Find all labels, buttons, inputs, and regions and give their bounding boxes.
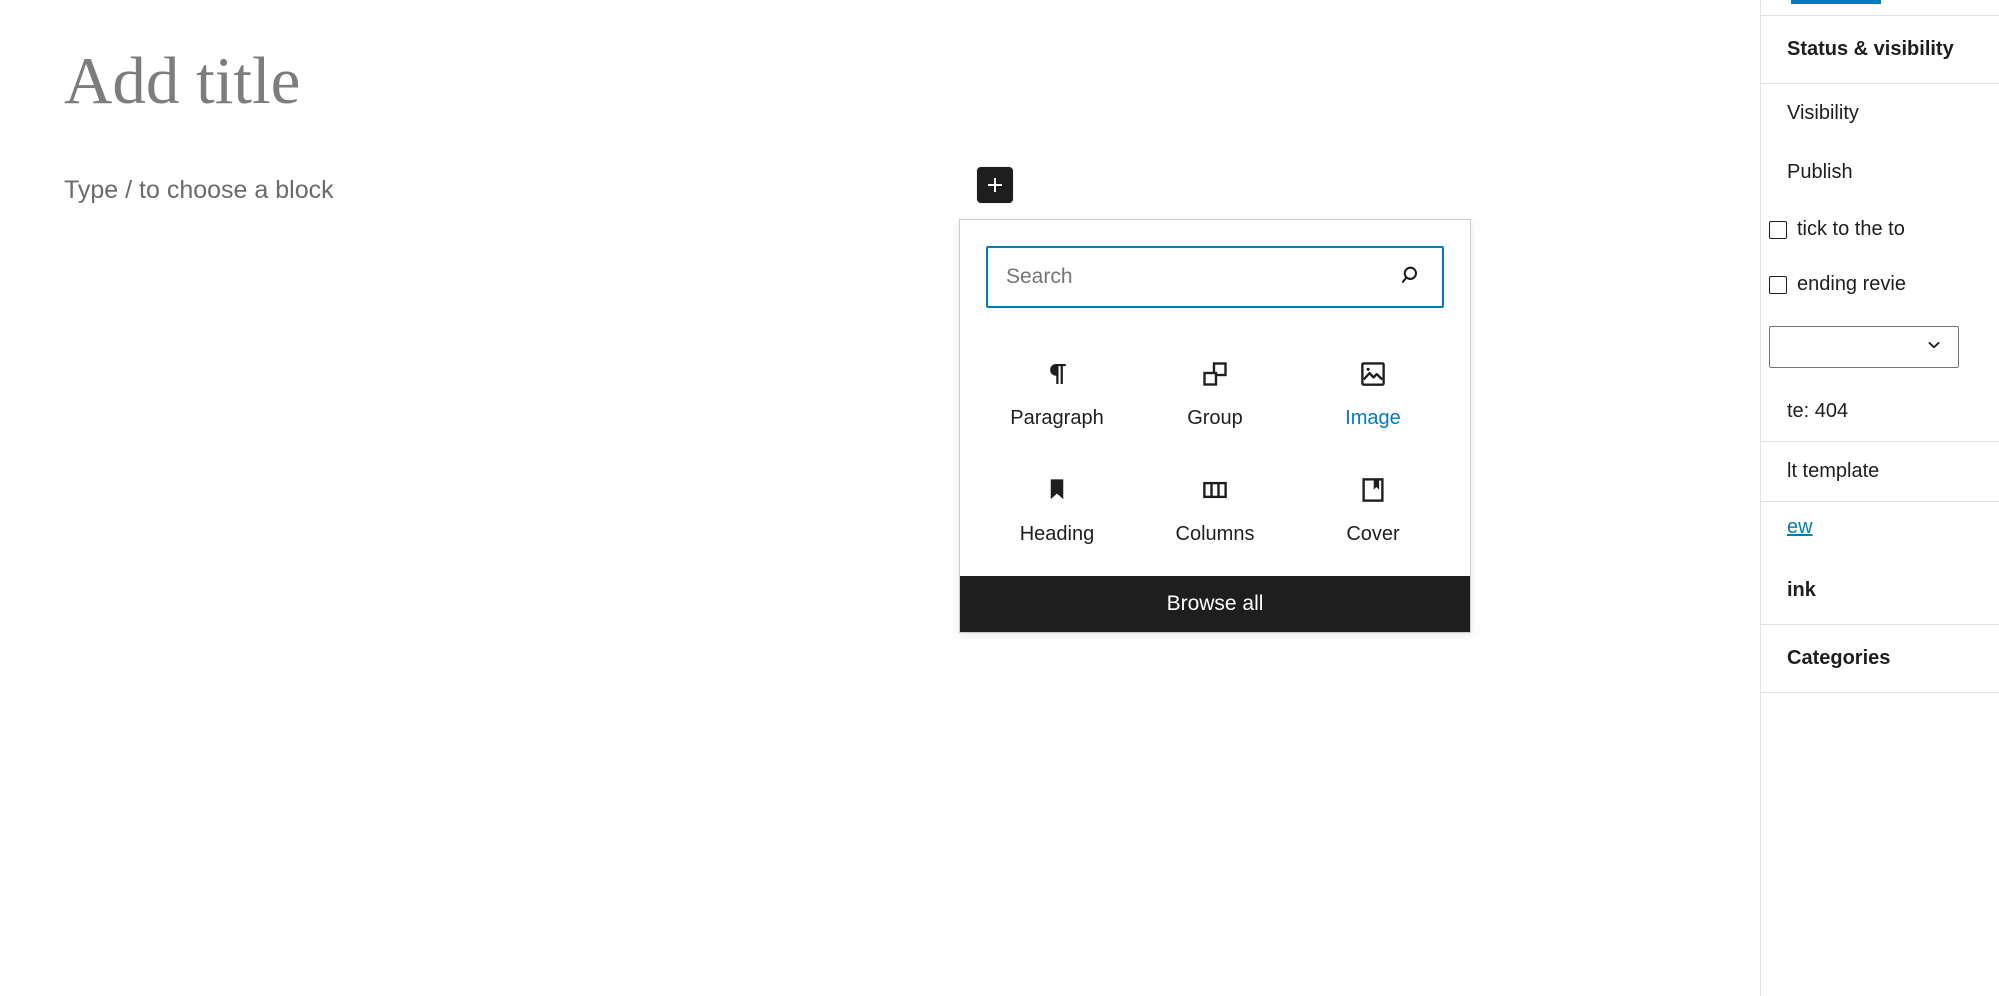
publish-label: Publish: [1787, 161, 1853, 183]
visibility-row[interactable]: Visibility: [1761, 84, 1999, 143]
permalink-panel-title: ink: [1787, 579, 1816, 601]
block-inserter-popover: Paragraph Group: [959, 219, 1471, 633]
editor-canvas: Add title Type / to choose a block Searc…: [0, 0, 1760, 996]
post-format-select[interactable]: [1769, 326, 1959, 368]
plus-icon: [985, 175, 1005, 195]
search-icon: [1399, 263, 1425, 292]
active-tab-indicator: [1791, 0, 1881, 4]
permalink-panel[interactable]: ink: [1761, 557, 1999, 625]
chevron-down-icon: [1924, 335, 1944, 360]
sidebar-tab-bar: [1761, 0, 1999, 16]
default-template-row[interactable]: lt template: [1761, 442, 1999, 502]
status-visibility-panel-title[interactable]: Status & visibility: [1761, 16, 1999, 83]
template-label: te: 404: [1787, 400, 1849, 422]
pending-review-row[interactable]: ending revie: [1761, 257, 1999, 312]
paragraph-icon: [1042, 352, 1072, 396]
search-input[interactable]: [988, 248, 1390, 306]
publish-row[interactable]: Publish: [1761, 143, 1999, 202]
stick-to-top-checkbox[interactable]: [1769, 220, 1787, 239]
block-type-cover[interactable]: Cover: [1294, 460, 1452, 550]
preview-link[interactable]: ew: [1787, 516, 1813, 538]
template-row[interactable]: te: 404: [1761, 382, 1999, 442]
block-type-heading[interactable]: Heading: [978, 460, 1136, 550]
inserter-search-container: [960, 220, 1470, 320]
categories-panel[interactable]: Categories: [1761, 625, 1999, 693]
visibility-label: Visibility: [1787, 102, 1859, 124]
block-placeholder-text[interactable]: Type / to choose a block: [64, 172, 334, 208]
block-type-columns[interactable]: Columns: [1136, 460, 1294, 550]
block-type-label: Heading: [1019, 523, 1095, 545]
heading-icon: [1042, 468, 1072, 512]
wordpress-block-editor: Add title Type / to choose a block Searc…: [0, 0, 1999, 996]
block-type-label: Cover: [1346, 523, 1400, 545]
block-type-grid: Paragraph Group Image Heading Columns Co…: [960, 320, 1470, 576]
block-type-label: Group: [1187, 407, 1243, 429]
block-type-label: Image: [1345, 407, 1401, 429]
block-type-label: Columns: [1175, 523, 1255, 545]
block-type-label: Paragraph: [1010, 407, 1104, 429]
columns-icon: [1200, 468, 1230, 512]
stick-to-top-label: tick to the to: [1797, 218, 1905, 240]
pending-review-label: ending revie: [1797, 273, 1906, 295]
browse-all-button[interactable]: Browse all: [960, 576, 1470, 632]
block-type-paragraph[interactable]: Paragraph: [978, 344, 1136, 434]
group-icon: [1200, 352, 1230, 396]
stick-to-top-row[interactable]: tick to the to: [1761, 202, 1999, 257]
block-type-group[interactable]: Group: [1136, 344, 1294, 434]
pending-review-checkbox[interactable]: [1769, 275, 1787, 294]
post-format-select-row[interactable]: [1761, 312, 1999, 382]
post-title-placeholder[interactable]: Add title: [64, 48, 300, 115]
categories-panel-title: Categories: [1787, 647, 1891, 669]
image-icon: [1358, 352, 1388, 396]
block-inserter-toggle-button[interactable]: [977, 167, 1013, 203]
preview-link-row[interactable]: ew: [1761, 502, 1999, 557]
search-submit-button[interactable]: [1390, 248, 1442, 306]
status-visibility-panel: Status & visibility: [1761, 16, 1999, 84]
block-type-image[interactable]: Image: [1294, 344, 1452, 434]
document-settings-sidebar: Status & visibility Visibility Publish t…: [1760, 0, 1999, 996]
search-field-wrapper[interactable]: [986, 246, 1444, 308]
default-template-label: lt template: [1787, 460, 1880, 482]
cover-icon: [1358, 468, 1388, 512]
